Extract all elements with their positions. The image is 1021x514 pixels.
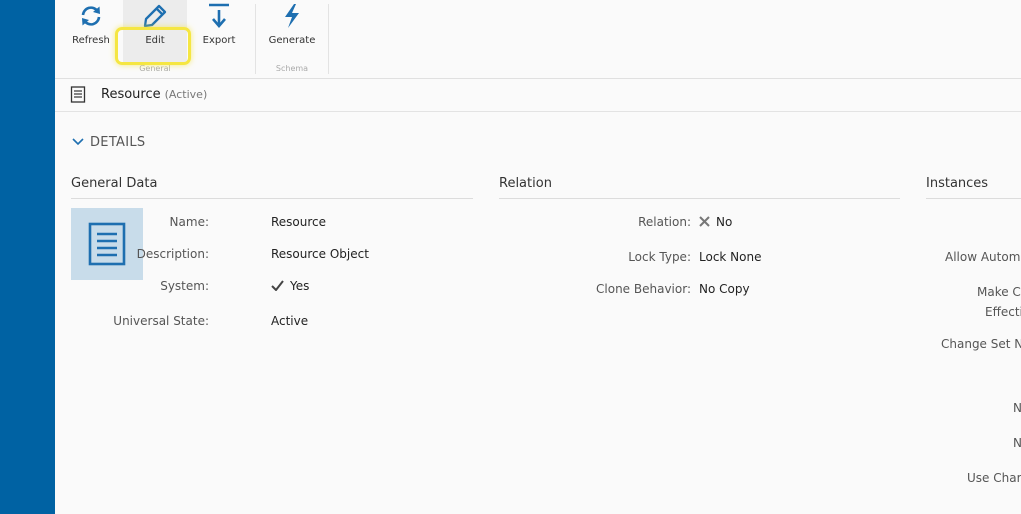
field-value-relation: No [699,215,732,229]
general-data-title: General Data [71,176,473,199]
checkmark-icon [271,280,284,292]
field-value-clone-behavior: No Copy [699,282,750,296]
export-icon [191,3,247,29]
instances-label: Allow Autom [945,250,1021,264]
main-area: Refresh Edit Export Generate General Sch… [55,0,1021,514]
x-icon [699,216,710,227]
export-label: Export [202,35,236,46]
instances-title: Instances [926,176,1021,199]
ribbon-toolbar: Refresh Edit Export Generate General Sch… [55,0,1021,79]
field-label-name: Name: [169,215,209,229]
generate-label: Generate [268,35,316,46]
lightning-icon [262,3,322,29]
field-value-description: Resource Object [271,247,369,261]
chevron-down-icon [72,135,84,150]
instances-label: Make C [977,285,1021,299]
document-large-icon [88,222,126,266]
field-label-universal-state: Universal State: [113,314,209,328]
instances-label: Use Char [967,471,1021,485]
export-button[interactable]: Export [191,0,247,62]
ribbon-separator [328,4,329,74]
field-value-lock-type: Lock None [699,250,762,264]
document-icon [70,86,86,107]
group-general-label: General [139,64,171,73]
entity-state: (Active) [164,88,208,101]
system-value-text: Yes [290,279,310,293]
field-label-system: System: [160,279,209,293]
field-label-description: Description: [136,247,209,261]
field-value-universal-state: Active [271,314,309,328]
refresh-icon [63,3,119,29]
details-toggle[interactable]: DETAILS [72,135,145,150]
entity-name: Resource [101,87,161,102]
instances-label: N [1013,401,1021,415]
edit-label: Edit [145,35,165,46]
ribbon-separator [255,4,256,74]
refresh-button[interactable]: Refresh [63,0,119,62]
instances-label: N [1013,436,1021,450]
relation-title: Relation [499,176,900,199]
app-sidebar [0,0,55,514]
edit-button[interactable]: Edit [123,0,187,62]
page-title: Resource (Active) [101,87,207,102]
entity-avatar [71,208,143,280]
group-schema-label: Schema [275,64,309,73]
relation-value-text: No [716,215,733,229]
field-label-clone-behavior: Clone Behavior: [596,282,691,296]
field-label-relation: Relation: [638,215,691,229]
details-title: DETAILS [90,135,146,150]
field-value-system: Yes [271,279,309,293]
instances-label: Change Set N [941,337,1021,351]
generate-button[interactable]: Generate [262,0,322,62]
entity-title-bar: Resource (Active) [55,79,1021,112]
pencil-icon [123,3,187,29]
field-label-lock-type: Lock Type: [628,250,691,264]
instances-label: Effecti [985,305,1021,319]
field-value-name: Resource [271,215,327,229]
refresh-label: Refresh [72,35,110,46]
